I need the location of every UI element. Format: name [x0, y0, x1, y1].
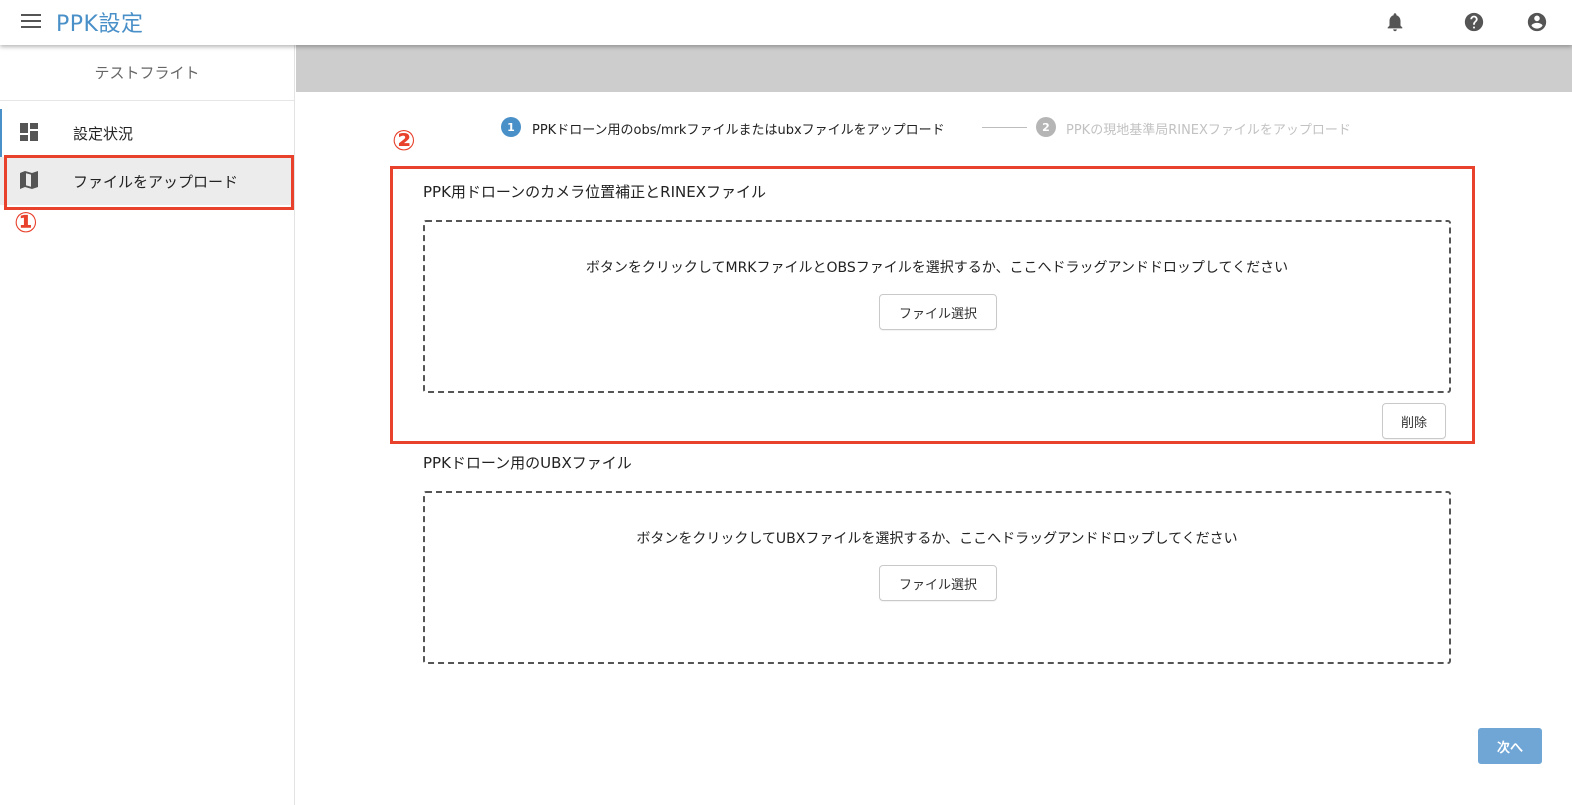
step-2-label: PPKの現地基準局RINEXファイルをアップロード [1066, 123, 1351, 138]
dropzone-instructions: ボタンをクリックしてUBXファイルを選択するか、ここへドラッグアンドドロップして… [636, 531, 1238, 547]
section-2-title: PPKドローン用のUBXファイル [423, 454, 632, 472]
help-icon[interactable] [1463, 11, 1485, 33]
step-1-number: 1 [501, 117, 521, 137]
dropzone-ubx[interactable]: ボタンをクリックしてUBXファイルを選択するか、ここへドラッグアンドドロップして… [423, 491, 1451, 664]
app-bar: PPK設定 [0, 0, 1572, 45]
annotation-number-2: ② [392, 124, 416, 157]
stepper: 1 PPKドローン用のobs/mrkファイルまたはubxファイルをアップロード … [0, 117, 1572, 139]
step-2-number: 2 [1036, 117, 1056, 137]
hamburger-menu-icon[interactable] [21, 13, 41, 29]
content-header-band [296, 45, 1572, 92]
sidebar-header: テストフライト [0, 45, 294, 101]
annotation-number-1: ① [14, 206, 38, 239]
file-select-button[interactable]: ファイル選択 [879, 565, 997, 601]
dropzone-instructions: ボタンをクリックしてMRKファイルとOBSファイルを選択するか、ここへドラッグア… [585, 260, 1289, 276]
bell-icon[interactable] [1384, 11, 1406, 33]
next-button[interactable]: 次へ [1478, 728, 1542, 764]
file-select-button[interactable]: ファイル選択 [879, 294, 997, 330]
dropzone-mrk-obs[interactable]: ボタンをクリックしてMRKファイルとOBSファイルを選択するか、ここへドラッグア… [423, 220, 1451, 393]
step-1-label: PPKドローン用のobs/mrkファイルまたはubxファイルをアップロード [532, 123, 945, 138]
section-1-title: PPK用ドローンのカメラ位置補正とRINEXファイル [423, 183, 766, 201]
account-icon[interactable] [1526, 11, 1548, 33]
app-title: PPK設定 [56, 12, 144, 37]
step-connector [982, 127, 1027, 128]
delete-button[interactable]: 削除 [1382, 403, 1446, 439]
annotation-box-1 [4, 155, 294, 210]
